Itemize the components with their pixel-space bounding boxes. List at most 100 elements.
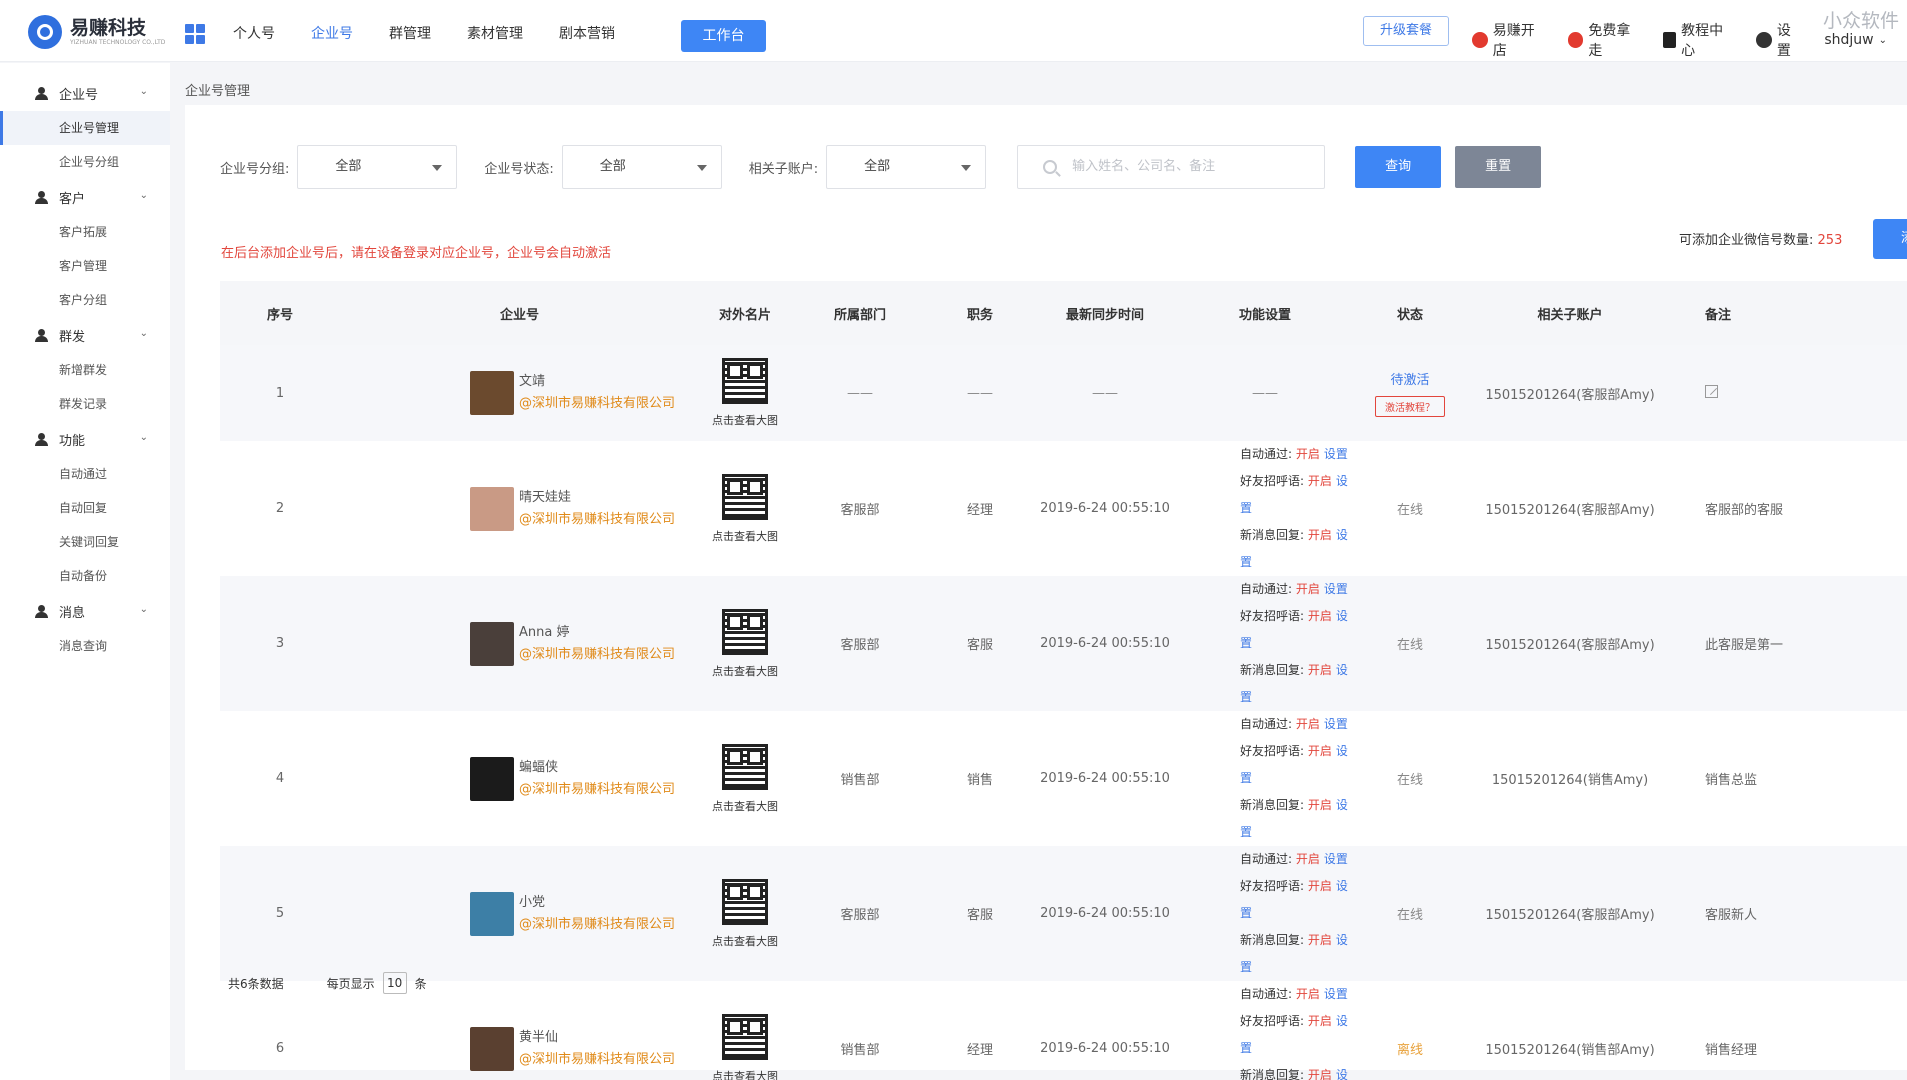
qr-caption[interactable]: 点击查看大图 (700, 528, 790, 544)
sidebar-item-auto-accept[interactable]: 自动通过 (0, 457, 170, 491)
qr-code-icon[interactable] (722, 743, 768, 790)
sidebar-group-enterprise[interactable]: 企业号 ⌄ (0, 75, 170, 111)
quota-value: 253 (1817, 233, 1843, 248)
function-settings-link[interactable]: 设置 (1324, 852, 1348, 866)
logo[interactable]: 易赚科技 YIZHUAN TECHNOLOGY CO.,LTD (28, 15, 165, 49)
sidebar-item-auto-backup[interactable]: 自动备份 (0, 559, 170, 593)
activation-tutorial-button[interactable]: 激活教程？ (1375, 396, 1445, 417)
function-on-toggle[interactable]: 开启 (1308, 744, 1332, 758)
reset-button[interactable]: 重置 (1455, 146, 1542, 188)
sidebar-item-enterprise-groups[interactable]: 企业号分组 (0, 145, 170, 179)
free-take-link[interactable]: 免费拿走 (1567, 20, 1644, 60)
qr-code-icon[interactable] (722, 608, 768, 655)
free-take-label: 免费拿走 (1588, 23, 1631, 59)
sidebar-group-customers[interactable]: 客户 ⌄ (0, 179, 170, 215)
function-settings-link[interactable]: 设置 (1324, 447, 1348, 461)
search-input[interactable]: 输入姓名、公司名、备注 (1017, 145, 1326, 189)
sidebar-item-customer-expand[interactable]: 客户拓展 (0, 215, 170, 249)
qr-caption[interactable]: 点击查看大图 (700, 933, 790, 949)
enterprise-cell: 晴天娃娃 @深圳市易赚科技有限公司 (340, 486, 700, 531)
sidebar-item-message-search[interactable]: 消息查询 (0, 629, 170, 663)
group-filter-select[interactable]: 全部 (297, 145, 458, 189)
note-text: 客服新人 (1705, 908, 1758, 923)
apps-grid-icon[interactable] (185, 24, 205, 44)
qr-caption[interactable]: 点击查看大图 (700, 412, 790, 428)
col-header-enterprise: 企业号 (340, 281, 700, 345)
status-filter-value: 全部 (599, 159, 626, 174)
user-menu[interactable]: shdjuw ⌄ (1824, 32, 1887, 48)
user-icon (35, 328, 48, 342)
qr-caption[interactable]: 点击查看大图 (700, 663, 790, 679)
sidebar-item-new-broadcast[interactable]: 新增群发 (0, 353, 170, 387)
sidebar-group-messages[interactable]: 消息 ⌄ (0, 593, 170, 629)
sidebar-item-broadcast-log[interactable]: 群发记录 (0, 387, 170, 421)
status-badge: 离线 (1396, 1043, 1423, 1058)
function-label: 自动通过: (1240, 582, 1293, 596)
sidebar-item-customer-groups[interactable]: 客户分组 (0, 283, 170, 317)
sub-account: 15015201264(客服部Amy) (1470, 576, 1670, 711)
function-on-toggle[interactable]: 开启 (1296, 717, 1320, 731)
function-on-toggle[interactable]: 开启 (1296, 987, 1320, 1001)
function-settings-link[interactable]: 设置 (1324, 717, 1348, 731)
enterprise-company: @深圳市易赚科技有限公司 (519, 511, 676, 527)
function-on-toggle[interactable]: 开启 (1308, 879, 1332, 893)
search-icon (1043, 160, 1058, 174)
function-on-toggle[interactable]: 开启 (1308, 609, 1332, 623)
total-count: 共6条数据 (228, 976, 284, 991)
sidebar-group-broadcast[interactable]: 群发 ⌄ (0, 317, 170, 353)
function-on-toggle[interactable]: 开启 (1308, 1068, 1332, 1080)
qr-caption[interactable]: 点击查看大图 (700, 1068, 790, 1080)
function-on-toggle[interactable]: 开启 (1308, 474, 1332, 488)
add-button[interactable]: 添加 (1873, 219, 1907, 259)
status-filter-select[interactable]: 全部 (561, 145, 722, 189)
open-shop-link[interactable]: 易赚开店 (1472, 20, 1548, 60)
tutorial-center-link[interactable]: 教程中心 (1663, 20, 1736, 60)
settings-link[interactable]: 设置 (1756, 20, 1804, 60)
function-settings-link[interactable]: 设置 (1324, 582, 1348, 596)
function-on-toggle[interactable]: 开启 (1308, 663, 1332, 677)
avatar (470, 621, 514, 666)
function-on-toggle[interactable]: 开启 (1308, 1014, 1332, 1028)
function-on-toggle[interactable]: 开启 (1308, 528, 1332, 542)
nav-materials[interactable]: 素材管理 (467, 20, 523, 48)
nav-groups[interactable]: 群管理 (389, 20, 431, 48)
sidebar-group-functions[interactable]: 功能 ⌄ (0, 421, 170, 457)
sub-account-filter-select[interactable]: 全部 (826, 145, 987, 189)
qr-code-icon[interactable] (722, 1013, 768, 1060)
sidebar-item-keyword-reply[interactable]: 关键词回复 (0, 525, 170, 559)
workbench-button[interactable]: 工作台 (681, 20, 766, 52)
watermark: 小众软件 (1822, 10, 1899, 32)
sidebar-item-customer-manage[interactable]: 客户管理 (0, 249, 170, 283)
function-on-toggle[interactable]: 开启 (1308, 933, 1332, 947)
enterprise-cell: 文靖 @深圳市易赚科技有限公司 (340, 371, 700, 415)
logo-subtitle: YIZHUAN TECHNOLOGY CO.,LTD (70, 39, 166, 46)
query-button[interactable]: 查询 (1355, 146, 1442, 188)
qr-code-icon[interactable] (722, 358, 768, 404)
sidebar-item-enterprise-manage[interactable]: 企业号管理 (0, 111, 170, 145)
function-on-toggle[interactable]: 开启 (1308, 798, 1332, 812)
qr-caption[interactable]: 点击查看大图 (700, 798, 790, 814)
shop-icon (1472, 32, 1488, 48)
upgrade-button[interactable]: 升级套餐 (1363, 16, 1449, 46)
nav-enterprise[interactable]: 企业号 (311, 20, 353, 48)
sub-account-filter-label: 相关子账户: (748, 161, 819, 177)
function-on-toggle[interactable]: 开启 (1296, 582, 1320, 596)
function-label: 新消息回复: (1240, 798, 1305, 812)
sub-account-filter-value: 全部 (864, 159, 891, 174)
table-row: 6 黄半仙 @深圳市易赚科技有限公司 点击查看大图 销售部 经理 2019-6-24 00:… (220, 981, 1907, 1080)
function-on-toggle[interactable]: 开启 (1296, 447, 1320, 461)
qr-code-icon[interactable] (722, 878, 768, 925)
page-size-select[interactable]: 10 (382, 972, 407, 994)
nav-script-marketing[interactable]: 剧本营销 (559, 20, 615, 48)
quota-text: 可添加企业微信号数量: 253 (1679, 229, 1842, 248)
edit-icon[interactable] (1705, 384, 1718, 398)
table-row: 3 Anna 婷 @深圳市易赚科技有限公司 点击查看大图 客服部 客服 2019-6-24 … (220, 576, 1907, 711)
sidebar-item-auto-reply[interactable]: 自动回复 (0, 491, 170, 525)
function-on-toggle[interactable]: 开启 (1296, 852, 1320, 866)
settings-label: 设置 (1776, 23, 1791, 59)
nav-personal[interactable]: 个人号 (233, 20, 275, 48)
qr-code-icon[interactable] (722, 473, 768, 520)
user-icon (35, 86, 48, 100)
logo-name: 易赚科技 (70, 17, 147, 39)
function-settings-link[interactable]: 设置 (1324, 987, 1348, 1001)
